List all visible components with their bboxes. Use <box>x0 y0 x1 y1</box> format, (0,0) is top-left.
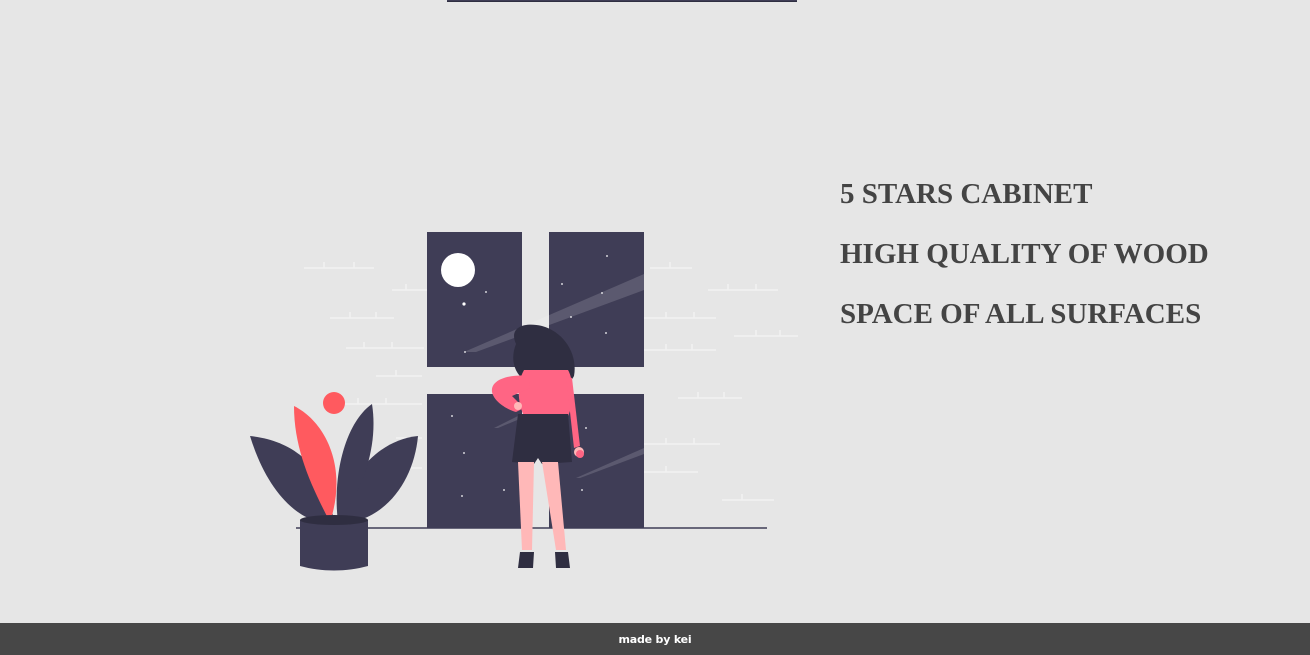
woman-at-window-illustration <box>250 232 798 571</box>
moon-icon <box>441 253 475 287</box>
feature-item: HIGH QUALITY OF WOOD <box>840 238 1209 270</box>
plant-flower-bud <box>323 392 345 414</box>
top-image-edge <box>447 0 797 2</box>
plant-illustration <box>250 392 418 571</box>
page: 5 STARS CABINET HIGH QUALITY OF WOOD SPA… <box>0 0 1310 655</box>
feature-list: 5 STARS CABINET HIGH QUALITY OF WOOD SPA… <box>840 164 1209 344</box>
footer-credit: made by kei <box>618 632 692 646</box>
footer: made by kei <box>0 623 1310 655</box>
feature-item: SPACE OF ALL SURFACES <box>840 298 1202 330</box>
feature-item: 5 STARS CABINET <box>840 178 1093 210</box>
